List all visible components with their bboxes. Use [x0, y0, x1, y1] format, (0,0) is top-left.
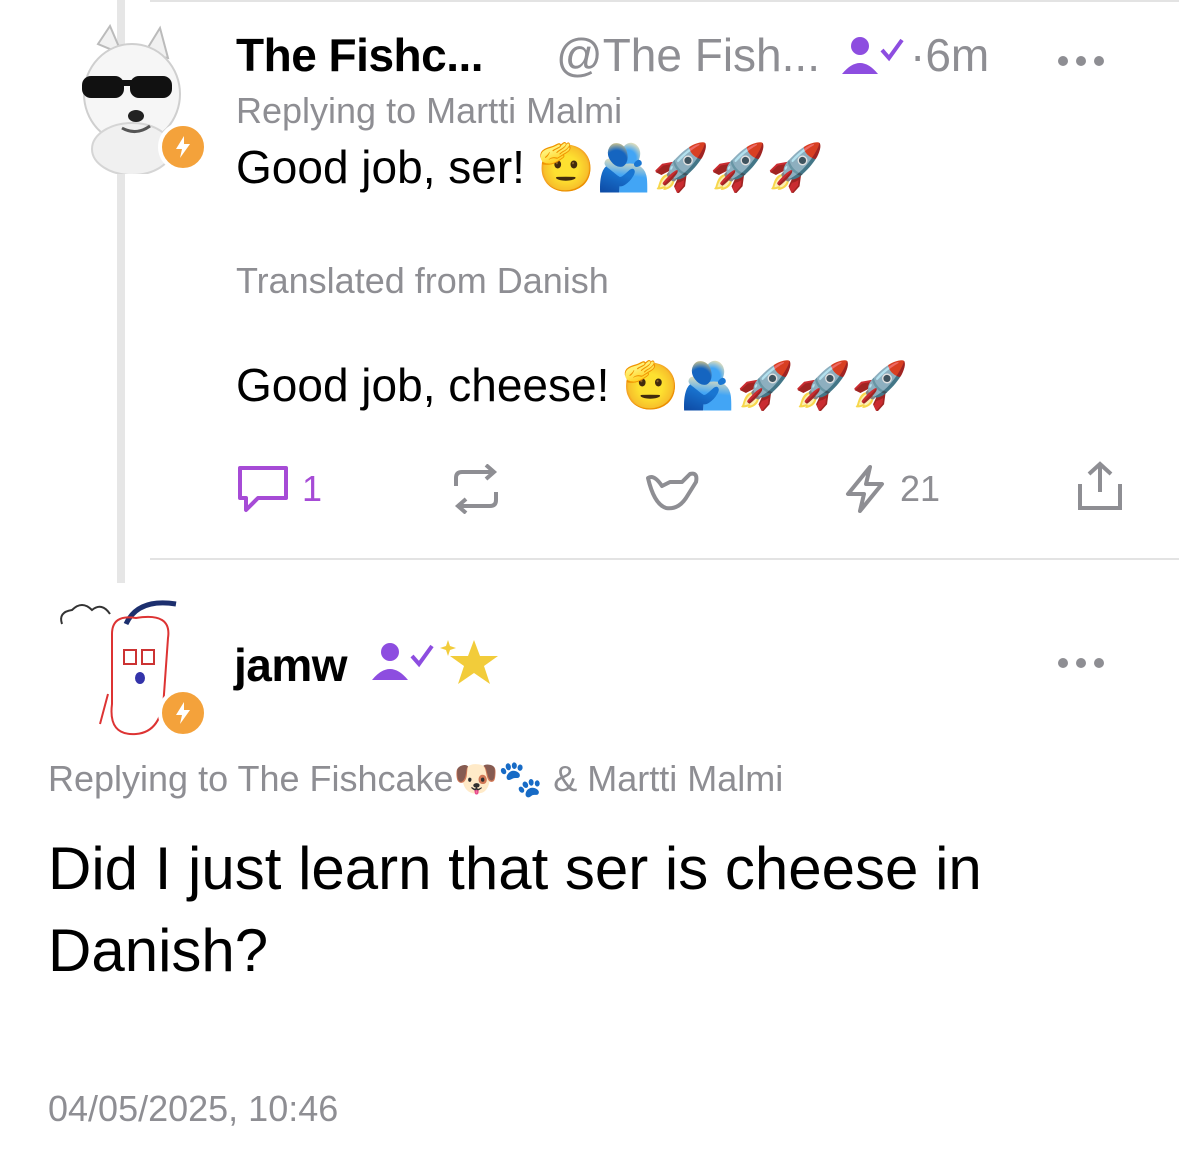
repost-button[interactable] — [448, 464, 504, 514]
post-content-text: Good job, ser! — [236, 141, 525, 193]
post-content: Good job, ser! 🫡🫂🚀🚀🚀 — [236, 140, 824, 195]
author-name[interactable]: The Fishc... — [236, 28, 484, 82]
replying-to-suffix: & Martti Malmi — [543, 758, 784, 799]
replying-to[interactable]: Replying to The Fishcake🐶🐾 & Martti Malm… — [48, 758, 783, 800]
comment-icon — [238, 466, 288, 512]
verified-follow-icon — [842, 37, 904, 74]
translated-content: Good job, cheese! 🫡🫂🚀🚀🚀 — [236, 358, 909, 413]
zap-icon — [846, 465, 884, 513]
divider — [150, 558, 1179, 560]
more-options-icon[interactable] — [1058, 56, 1104, 66]
post-date: 04/05/2025, 10:46 — [48, 1088, 339, 1129]
replying-to[interactable]: Replying to Martti Malmi — [236, 90, 622, 132]
zaps-count: 21 — [900, 468, 941, 509]
sparkle-star-icon — [440, 640, 498, 684]
zap-button[interactable]: 21 — [842, 464, 940, 514]
post-content: Did I just learn that ser is cheese in D… — [48, 835, 982, 984]
more-options-icon[interactable] — [1058, 658, 1104, 668]
repost-icon — [454, 464, 498, 514]
post-time: ·6m — [910, 29, 990, 81]
verified-follow-icon — [372, 643, 434, 680]
thread-view: The Fishc... @The Fish... ·6m Replying t… — [0, 0, 1179, 1149]
reply-button[interactable]: 1 — [236, 464, 322, 514]
react-button[interactable] — [644, 464, 702, 514]
replying-to-prefix: Replying to The Fishcake — [48, 758, 454, 799]
author-name[interactable]: jamw — [234, 638, 348, 692]
translated-emojis: 🫡🫂🚀🚀🚀 — [622, 358, 909, 412]
post-content-emojis: 🫡🫂🚀🚀🚀 — [537, 140, 825, 194]
avatar[interactable] — [70, 23, 208, 176]
avatar[interactable] — [52, 594, 208, 738]
zap-badge-icon — [158, 122, 208, 172]
translated-label: Translated from Danish — [236, 260, 609, 301]
shaka-hand-icon — [646, 471, 699, 511]
share-button[interactable] — [1074, 460, 1126, 514]
divider — [150, 0, 1179, 2]
translated-text: Good job, cheese! — [236, 359, 610, 411]
zap-badge-icon — [158, 688, 208, 738]
comments-count: 1 — [302, 468, 323, 509]
author-handle[interactable]: @The Fish... — [556, 28, 820, 82]
replying-to-emojis: 🐶🐾 — [453, 759, 544, 800]
share-icon — [1078, 461, 1122, 510]
